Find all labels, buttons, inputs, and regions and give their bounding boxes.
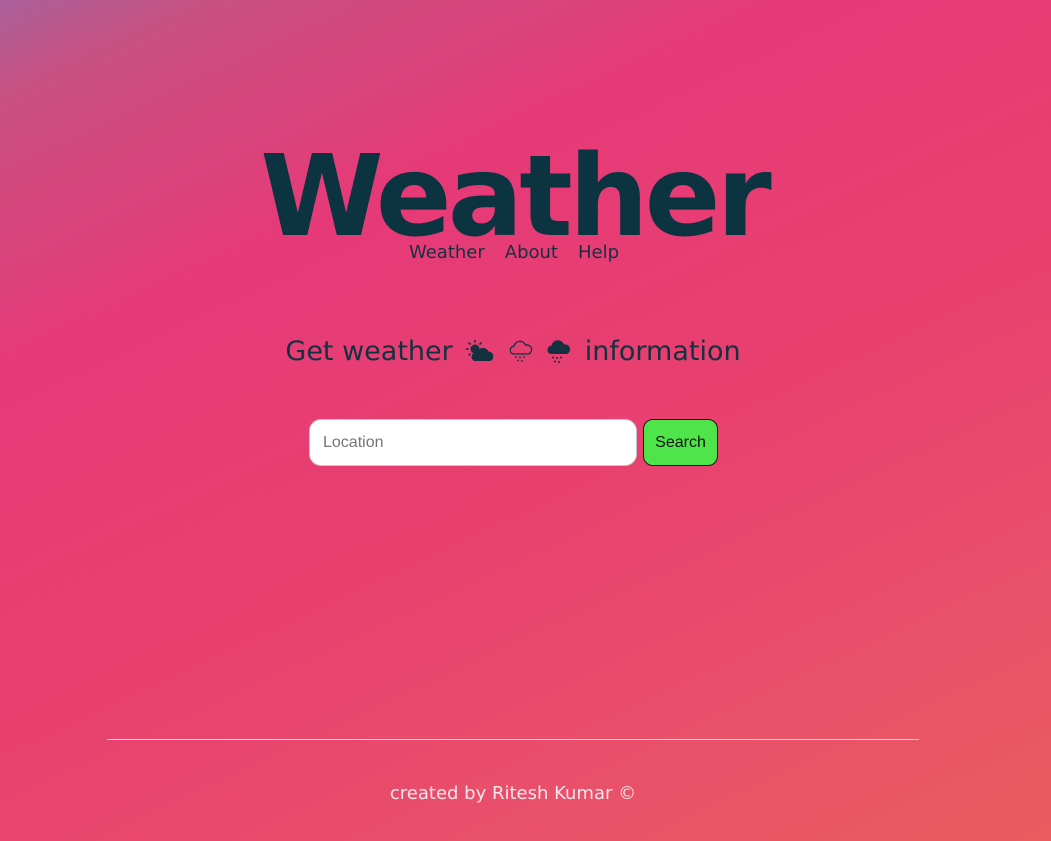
- main-nav: Weather About Help: [0, 242, 1028, 263]
- search-form: Search: [309, 419, 718, 466]
- sun-behind-cloud-icon: [465, 339, 497, 365]
- search-button[interactable]: Search: [643, 419, 718, 466]
- tagline-text-end: information: [584, 336, 741, 367]
- weather-icons: [465, 339, 573, 365]
- nav-link-help[interactable]: Help: [578, 242, 619, 263]
- nav-link-about[interactable]: About: [505, 242, 558, 263]
- rain-cloud-icon: [545, 339, 573, 365]
- rain-cloud-outline-icon: [507, 339, 535, 365]
- location-input[interactable]: [309, 419, 637, 466]
- footer: created by Ritesh Kumar ©: [0, 783, 1026, 804]
- nav-link-weather[interactable]: Weather: [409, 242, 485, 263]
- tagline: Get weather information: [0, 336, 1026, 367]
- footer-credit: created by Ritesh Kumar ©: [389, 783, 637, 804]
- tagline-text-start: Get weather: [285, 336, 453, 367]
- footer-divider: [107, 739, 919, 740]
